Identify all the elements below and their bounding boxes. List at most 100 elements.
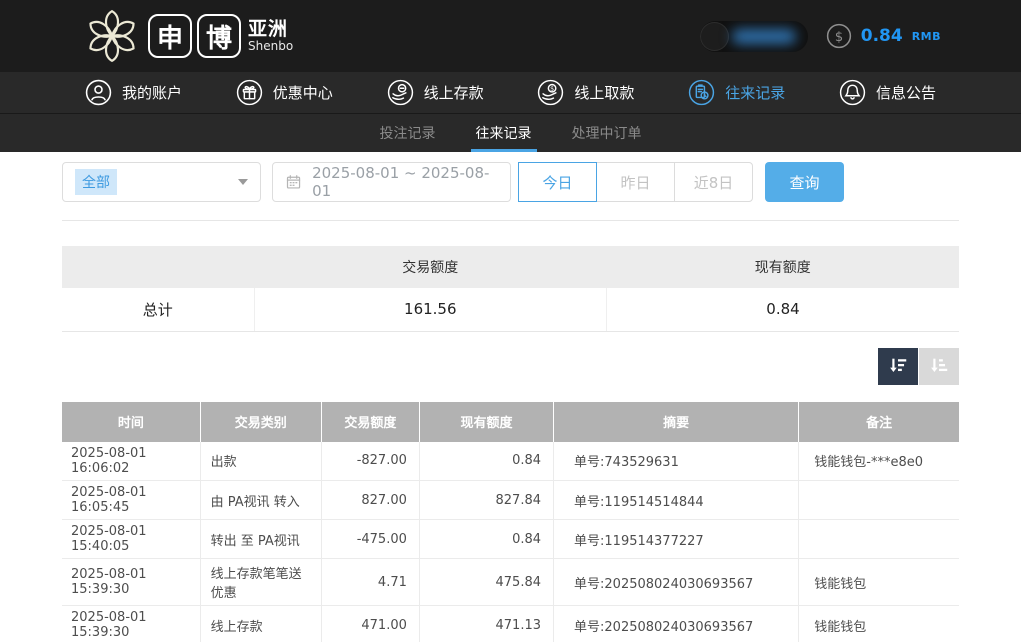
cell-summary: 单号:202508024030693567 — [554, 559, 799, 606]
cell-amount: 471.00 — [321, 606, 419, 642]
table-row: 2025-08-01 15:39:30 线上存款笔笔送优惠 4.71 475.8… — [62, 559, 959, 606]
date-range-value: 2025-08-01 ~ 2025-08-01 — [312, 164, 497, 200]
cell-amount: 827.00 — [321, 481, 419, 520]
nav-item-label: 线上取款 — [574, 82, 634, 103]
cell-amount: -475.00 — [321, 520, 419, 559]
cell-summary: 单号:119514514844 — [554, 481, 799, 520]
record-subtabs: 投注记录 往来记录 处理中订单 — [0, 113, 1021, 152]
subtab-label: 投注记录 — [380, 123, 436, 143]
summary-total-row: 总计 161.56 0.84 — [62, 288, 959, 331]
dollar-circle-icon — [826, 23, 852, 49]
user-icon — [85, 79, 112, 106]
quick-range-button[interactable]: 今日 — [518, 162, 597, 202]
subtab-label: 处理中订单 — [572, 123, 642, 143]
col-balance: 现有额度 — [419, 402, 553, 442]
cell-summary: 单号:119514377227 — [554, 520, 799, 559]
cell-type: 由 PA视讯 转入 — [200, 481, 321, 520]
subtab[interactable]: 投注记录 — [378, 114, 438, 152]
balance-amount: 0.84 — [861, 26, 903, 46]
nav-item-label: 我的账户 — [122, 82, 182, 103]
nav-item[interactable]: 线上取款 — [537, 79, 634, 106]
logo-char-1: 申 — [148, 14, 192, 58]
cell-summary: 单号:743529631 — [554, 442, 799, 481]
col-note: 备注 — [799, 402, 959, 442]
cell-note: 钱能钱包 — [799, 559, 959, 606]
balance-currency: RMB — [912, 30, 941, 43]
cell-note: 钱能钱包-***e8e0 — [799, 442, 959, 481]
cell-type: 转出 至 PA视讯 — [200, 520, 321, 559]
col-time: 时间 — [62, 402, 200, 442]
type-select-value: 全部 — [75, 169, 117, 195]
cell-balance: 0.84 — [419, 520, 553, 559]
withdraw-icon — [537, 79, 564, 106]
search-button[interactable]: 查询 — [765, 162, 844, 202]
cell-balance: 0.84 — [419, 442, 553, 481]
sort-descending-icon — [887, 355, 909, 377]
col-summary: 摘要 — [554, 402, 799, 442]
cell-type: 线上存款 — [200, 606, 321, 642]
cell-amount: 4.71 — [321, 559, 419, 606]
sort-ascending-icon — [928, 355, 950, 377]
brand-logo[interactable]: 申 博 亚洲 Shenbo — [82, 6, 293, 66]
cell-time: 2025-08-01 15:39:30 — [62, 559, 200, 606]
table-row: 2025-08-01 15:39:30 线上存款 471.00 471.13 单… — [62, 606, 959, 642]
nav-item[interactable]: 我的账户 — [85, 79, 182, 106]
summary-table: 交易额度 现有额度 总计 161.56 0.84 — [62, 246, 959, 332]
filter-row: 全部 2025-08-01 ~ 2025-08-01 今日 昨日 近8日 查询 — [62, 162, 959, 202]
pill-knob — [700, 22, 729, 51]
table-row: 2025-08-01 15:40:05 转出 至 PA视讯 -475.00 0.… — [62, 520, 959, 559]
transactions-table: 时间 交易类别 交易额度 现有额度 摘要 备注 2025-08-01 16:06… — [62, 402, 959, 642]
bell-icon — [839, 79, 866, 106]
logo-char-2: 博 — [197, 14, 241, 58]
cell-amount: -827.00 — [321, 442, 419, 481]
nav-item-label: 线上存款 — [424, 82, 484, 103]
table-row: 2025-08-01 16:05:45 由 PA视讯 转入 827.00 827… — [62, 481, 959, 520]
cell-summary: 单号:202508024030693567 — [554, 606, 799, 642]
records-icon — [688, 79, 715, 106]
content-area: 全部 2025-08-01 ~ 2025-08-01 今日 昨日 近8日 查询 … — [62, 162, 959, 642]
top-header: 申 博 亚洲 Shenbo 0.84 RMB — [0, 0, 1021, 72]
gift-icon — [236, 79, 263, 106]
cell-note — [799, 481, 959, 520]
calendar-icon — [286, 174, 301, 190]
quick-range-group: 今日 昨日 近8日 — [519, 162, 753, 202]
subtab[interactable]: 处理中订单 — [570, 114, 644, 152]
transactions-header-row: 时间 交易类别 交易额度 现有额度 摘要 备注 — [62, 402, 959, 442]
account-toggle-pill[interactable] — [700, 21, 808, 52]
nav-item[interactable]: 线上存款 — [387, 79, 484, 106]
summary-col-balance: 现有额度 — [607, 246, 959, 288]
quick-range-button[interactable]: 近8日 — [674, 162, 753, 202]
summary-balance-total: 0.84 — [607, 288, 959, 331]
summary-col-blank — [62, 246, 254, 288]
cell-note — [799, 520, 959, 559]
logo-subtitle: Shenbo — [248, 40, 293, 53]
date-range-input[interactable]: 2025-08-01 ~ 2025-08-01 — [272, 162, 511, 202]
col-amount: 交易额度 — [321, 402, 419, 442]
flower-logo-icon — [82, 6, 142, 66]
sort-descending-button[interactable] — [878, 348, 918, 385]
sort-controls — [62, 348, 959, 385]
section-divider — [62, 220, 959, 221]
sort-ascending-button[interactable] — [919, 348, 959, 385]
main-nav: 我的账户 优惠中心 线上存款 线上取款 往来记录 信息公告 — [0, 72, 1021, 113]
cell-time: 2025-08-01 15:39:30 — [62, 606, 200, 642]
type-select[interactable]: 全部 — [62, 162, 261, 202]
summary-header-row: 交易额度 现有额度 — [62, 246, 959, 288]
summary-col-trade: 交易额度 — [254, 246, 606, 288]
cell-type: 线上存款笔笔送优惠 — [200, 559, 321, 606]
nav-item[interactable]: 优惠中心 — [236, 79, 333, 106]
nav-item[interactable]: 信息公告 — [839, 79, 936, 106]
cell-time: 2025-08-01 16:05:45 — [62, 481, 200, 520]
cell-time: 2025-08-01 16:06:02 — [62, 442, 200, 481]
logo-region: 亚洲 — [248, 19, 293, 40]
cell-balance: 471.13 — [419, 606, 553, 642]
table-row: 2025-08-01 16:06:02 出款 -827.00 0.84 单号:7… — [62, 442, 959, 481]
nav-item-label: 优惠中心 — [273, 82, 333, 103]
subtab-label: 往来记录 — [476, 123, 532, 143]
summary-trade-total: 161.56 — [254, 288, 606, 331]
subtab[interactable]: 往来记录 — [474, 114, 534, 152]
balance-display: 0.84 RMB — [826, 0, 941, 72]
cell-note: 钱能钱包 — [799, 606, 959, 642]
quick-range-button[interactable]: 昨日 — [596, 162, 675, 202]
nav-item[interactable]: 往来记录 — [688, 79, 785, 106]
